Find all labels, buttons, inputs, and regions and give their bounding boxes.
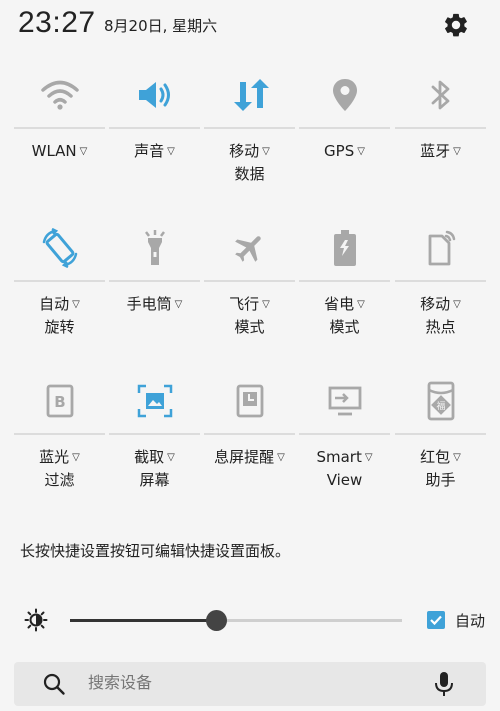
date: 8月20日, 星期六 — [104, 17, 218, 35]
tile-auto-rotate[interactable]: 自动 ▽ 旋转 — [14, 217, 105, 370]
tile-label: 移动 ▽ 热点 — [420, 294, 461, 336]
tile-divider — [299, 433, 390, 435]
chevron-down-icon[interactable]: ▽ — [72, 447, 80, 469]
tile-smart-view[interactable]: Smart ▽ View — [299, 370, 390, 523]
tile-divider — [14, 280, 105, 282]
quick-settings-row: B 蓝光 ▽ 过滤 截取 ▽ 屏幕 息屏提醒 ▽ Smart ▽ View 福 … — [14, 370, 486, 523]
chevron-down-icon[interactable]: ▽ — [357, 141, 365, 163]
tile-gps[interactable]: GPS ▽ — [299, 64, 390, 217]
gps-pin-icon — [332, 79, 357, 111]
tile-red-envelope[interactable]: 福 红包 ▽ 助手 — [395, 370, 486, 523]
brightness-slider-thumb[interactable] — [206, 610, 227, 631]
search-bar[interactable] — [14, 662, 486, 706]
tile-airplane-mode[interactable]: 飞行 ▽ 模式 — [204, 217, 295, 370]
tile-label: 声音 ▽ — [109, 140, 200, 163]
tile-label: 自动 ▽ 旋转 — [39, 294, 80, 336]
chevron-down-icon[interactable]: ▽ — [175, 294, 183, 316]
chevron-down-icon[interactable]: ▽ — [365, 447, 373, 469]
tile-label: 蓝光 ▽ 过滤 — [39, 447, 80, 489]
volume-icon — [138, 82, 170, 108]
clock: 23:27 — [18, 6, 96, 39]
tile-label: 手电筒 ▽ — [109, 293, 200, 316]
wifi-icon — [40, 80, 79, 110]
brightness-control: 自动 — [0, 600, 500, 640]
airplane-icon — [234, 236, 261, 262]
chevron-down-icon[interactable]: ▽ — [453, 141, 461, 163]
tile-power-saving[interactable]: 省电 ▽ 模式 — [299, 217, 390, 370]
brightness-slider-fill — [70, 619, 216, 622]
chevron-down-icon[interactable]: ▽ — [453, 294, 461, 316]
bluetooth-icon — [431, 80, 449, 110]
mobile-data-icon — [233, 79, 269, 111]
tile-label: 蓝牙 ▽ — [395, 140, 486, 163]
quick-settings-row: WLAN ▽ 声音 ▽ 移动 ▽ 数据 GPS ▽ 蓝牙 ▽ — [14, 64, 486, 217]
tile-divider — [109, 433, 200, 435]
tile-wlan[interactable]: WLAN ▽ — [14, 64, 105, 217]
tile-divider — [14, 127, 105, 129]
tile-mobile-data[interactable]: 移动 ▽ 数据 — [204, 64, 295, 217]
auto-brightness-label: 自动 — [455, 612, 486, 630]
tile-blue-light-filter[interactable]: B 蓝光 ▽ 过滤 — [14, 370, 105, 523]
flashlight-icon — [144, 230, 165, 265]
red-envelope-icon: 福 — [427, 381, 454, 421]
tile-label: WLAN ▽ — [14, 140, 105, 163]
tile-label: GPS ▽ — [299, 140, 390, 163]
always-on-display-icon — [236, 384, 263, 418]
tile-label: 省电 ▽ 模式 — [324, 294, 365, 336]
microphone-icon[interactable] — [432, 671, 456, 697]
tile-divider — [395, 127, 486, 129]
tile-divider — [204, 127, 295, 129]
chevron-down-icon[interactable]: ▽ — [357, 294, 365, 316]
chevron-down-icon[interactable]: ▽ — [80, 141, 88, 163]
tile-label: 移动 ▽ 数据 — [229, 141, 270, 183]
battery-saver-icon — [333, 230, 356, 266]
tile-divider — [395, 433, 486, 435]
auto-brightness-checkbox[interactable] — [427, 611, 445, 629]
tile-label: 红包 ▽ 助手 — [420, 447, 461, 489]
tile-label: 截取 ▽ 屏幕 — [134, 447, 175, 489]
checkmark-icon — [430, 615, 442, 626]
chevron-down-icon[interactable]: ▽ — [262, 141, 270, 163]
tile-divider — [299, 280, 390, 282]
tile-bluetooth[interactable]: 蓝牙 ▽ — [395, 64, 486, 217]
chevron-down-icon[interactable]: ▽ — [262, 294, 270, 316]
tile-label: Smart ▽ View — [316, 447, 373, 489]
brightness-icon — [24, 608, 48, 632]
tile-sound[interactable]: 声音 ▽ — [109, 64, 200, 217]
search-icon[interactable] — [42, 672, 66, 696]
edit-hint-text: 长按快捷设置按钮可编辑快捷设置面板。 — [20, 542, 291, 560]
chevron-down-icon[interactable]: ▽ — [167, 141, 175, 163]
screenshot-icon — [137, 384, 172, 418]
chevron-down-icon[interactable]: ▽ — [277, 447, 285, 469]
quick-settings-row: 自动 ▽ 旋转 手电筒 ▽ 飞行 ▽ 模式 省电 ▽ 模式 移动 ▽ 热点 — [14, 217, 486, 370]
tile-divider — [299, 127, 390, 129]
search-input[interactable] — [88, 673, 388, 692]
brightness-slider[interactable] — [70, 610, 402, 631]
smart-view-icon — [328, 386, 361, 416]
tile-divider — [109, 280, 200, 282]
tile-divider — [395, 280, 486, 282]
tile-mobile-hotspot[interactable]: 移动 ▽ 热点 — [395, 217, 486, 370]
chevron-down-icon[interactable]: ▽ — [453, 447, 461, 469]
auto-rotate-icon — [42, 228, 77, 268]
tile-label: 飞行 ▽ 模式 — [229, 294, 270, 336]
svg-text:B: B — [54, 393, 65, 411]
tile-divider — [14, 433, 105, 435]
svg-text:福: 福 — [436, 400, 445, 412]
tile-always-on-display[interactable]: 息屏提醒 ▽ — [204, 370, 295, 523]
tile-divider — [204, 433, 295, 435]
status-bar: 23:27 8月20日, 星期六 — [0, 0, 500, 52]
blue-light-filter-icon: B — [46, 384, 73, 418]
chevron-down-icon[interactable]: ▽ — [167, 447, 175, 469]
hotspot-icon — [428, 230, 455, 266]
tile-divider — [204, 280, 295, 282]
settings-button[interactable] — [441, 10, 471, 40]
gear-icon — [445, 13, 467, 37]
tile-flashlight[interactable]: 手电筒 ▽ — [109, 217, 200, 370]
chevron-down-icon[interactable]: ▽ — [72, 294, 80, 316]
quick-settings-grid: WLAN ▽ 声音 ▽ 移动 ▽ 数据 GPS ▽ 蓝牙 ▽ 自动 ▽ 旋转 手… — [14, 64, 486, 523]
tile-label: 息屏提醒 ▽ — [204, 446, 295, 469]
tile-screenshot[interactable]: 截取 ▽ 屏幕 — [109, 370, 200, 523]
tile-divider — [109, 127, 200, 129]
